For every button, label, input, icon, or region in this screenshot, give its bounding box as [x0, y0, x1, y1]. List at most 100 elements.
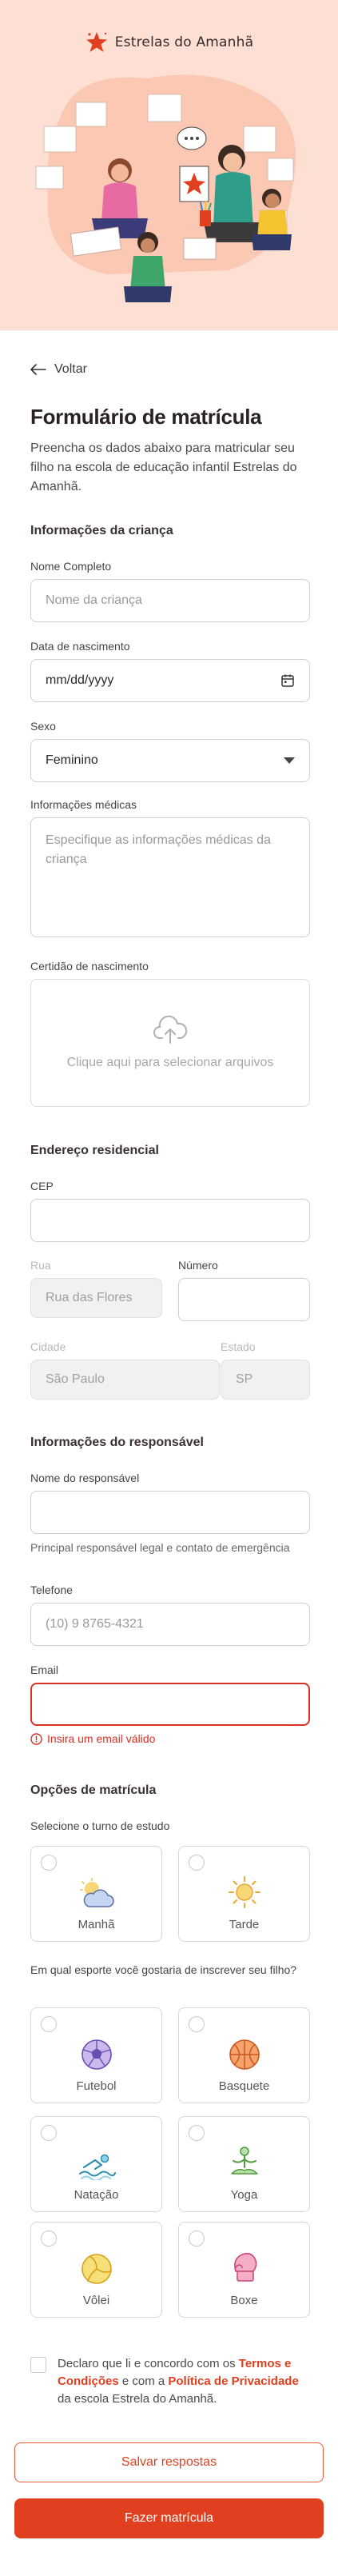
sport-radio-volleyball[interactable] — [41, 2231, 57, 2247]
guardian-name-label: Nome do responsável — [30, 1472, 140, 1484]
child-name-input[interactable]: Nome da criança — [30, 579, 310, 622]
sport-card-boxing[interactable]: Boxe — [178, 2222, 310, 2318]
section-title-child: Informações da criança — [30, 524, 173, 537]
section-title-guardian: Informações do responsável — [30, 1436, 204, 1449]
sport-row-1: Futebol Basquete — [30, 2007, 310, 2103]
sport-label-swimming: Natação — [74, 2188, 119, 2202]
page-title: Formulário de matrícula — [30, 405, 262, 429]
agreement-middle: e com a — [118, 2374, 169, 2388]
section-title-options: Opções de matrícula — [30, 1783, 157, 1797]
section-title-address: Endereço residencial — [30, 1144, 159, 1157]
cep-label: CEP — [30, 1180, 54, 1192]
shift-label-morning: Manhã — [78, 1918, 115, 1931]
sex-select[interactable]: Feminino — [30, 739, 310, 782]
volleyball-icon — [81, 2254, 112, 2284]
number-group: Número — [178, 1259, 310, 1321]
email-input[interactable] — [30, 1683, 310, 1726]
shift-card-afternoon[interactable]: Tarde — [178, 1846, 310, 1942]
sport-card-basketball[interactable]: Basquete — [178, 2007, 310, 2103]
soccer-ball-icon — [81, 2039, 112, 2070]
child-name-label: Nome Completo — [30, 560, 112, 573]
cep-group: CEP — [30, 1180, 310, 1242]
street-value: Rua das Flores — [46, 1291, 133, 1304]
medical-group: Informações médicas Especifique as infor… — [30, 798, 310, 937]
back-link[interactable]: Voltar — [30, 360, 310, 379]
brand-name: Estrelas do Amanhã — [114, 34, 254, 50]
enrollment-page: Estrelas do Amanhã Voltar Formulário de … — [0, 0, 338, 2576]
yoga-icon — [230, 2147, 258, 2175]
certificate-label: Certidão de nascimento — [30, 960, 149, 972]
street-group: Rua Rua das Flores — [30, 1259, 162, 1321]
sport-radio-boxing[interactable] — [189, 2231, 205, 2247]
certificate-group: Certidão de nascimento Clique aqui para … — [30, 960, 310, 1107]
sport-label-volleyball: Vôlei — [82, 2294, 110, 2307]
sport-card-swimming[interactable]: Natação — [30, 2116, 162, 2212]
agreement-prefix: Declaro que li e concordo com os — [58, 2357, 239, 2370]
medical-textarea[interactable]: Especifique as informações médicas da cr… — [30, 817, 310, 937]
certificate-upload-area[interactable]: Clique aqui para selecionar arquivos — [30, 979, 310, 1107]
sex-group: Sexo Feminino — [30, 720, 310, 782]
star-logo-icon — [85, 32, 107, 52]
cloud-upload-icon — [153, 1016, 188, 1044]
phone-placeholder: (10) 9 8765-4321 — [46, 1617, 144, 1631]
phone-label: Telefone — [30, 1584, 73, 1596]
chevron-down-icon — [284, 757, 295, 764]
shift-radio-morning[interactable] — [41, 1855, 57, 1871]
birth-date-value: mm/dd/yyyy — [46, 673, 114, 687]
medical-label: Informações médicas — [30, 798, 137, 811]
sun-icon — [228, 1876, 260, 1908]
sport-row-3: Vôlei Boxe — [30, 2222, 310, 2318]
sport-card-volleyball[interactable]: Vôlei — [30, 2222, 162, 2318]
sport-label-boxing: Boxe — [230, 2294, 258, 2307]
sport-label-yoga: Yoga — [230, 2188, 258, 2202]
cloud-sun-icon — [79, 1878, 114, 1907]
phone-group: Telefone (10) 9 8765-4321 — [30, 1584, 310, 1646]
boxing-glove-icon — [233, 2252, 256, 2282]
sport-label-basketball: Basquete — [218, 2079, 270, 2093]
sport-radio-swimming[interactable] — [41, 2125, 57, 2141]
email-error-text: Insira um email válido — [47, 1732, 156, 1745]
sport-card-soccer[interactable]: Futebol — [30, 2007, 162, 2103]
guardian-name-input[interactable] — [30, 1491, 310, 1534]
agreement-checkbox[interactable] — [30, 2357, 46, 2373]
alert-circle-icon — [30, 1732, 42, 1745]
basketball-icon — [229, 2039, 260, 2070]
medical-placeholder: Especifique as informações médicas da cr… — [46, 833, 271, 866]
phone-input[interactable]: (10) 9 8765-4321 — [30, 1603, 310, 1646]
sport-radio-yoga[interactable] — [189, 2125, 205, 2141]
guardian-name-helper: Principal responsável legal e contato de… — [30, 1541, 290, 1554]
shift-card-morning[interactable]: Manhã — [30, 1846, 162, 1942]
sport-radio-basketball[interactable] — [189, 2016, 205, 2032]
street-input: Rua das Flores — [30, 1278, 162, 1318]
street-label: Rua — [30, 1259, 51, 1272]
sport-radio-soccer[interactable] — [41, 2016, 57, 2032]
sport-label-soccer: Futebol — [76, 2079, 117, 2093]
hero-header: Estrelas do Amanhã — [0, 0, 338, 330]
cep-input[interactable] — [30, 1199, 310, 1242]
agreement: Declaro que li e concordo com os Termos … — [30, 2355, 310, 2408]
state-label: Estado — [221, 1340, 256, 1353]
number-input[interactable] — [178, 1278, 310, 1321]
privacy-link[interactable]: Política de Privacidade — [168, 2374, 298, 2388]
sport-card-yoga[interactable]: Yoga — [178, 2116, 310, 2212]
agreement-text: Declaro que li e concordo com os Termos … — [58, 2355, 310, 2408]
back-label: Voltar — [54, 362, 87, 376]
email-label: Email — [30, 1663, 59, 1676]
sex-label: Sexo — [30, 720, 56, 733]
calendar-icon[interactable] — [280, 673, 295, 688]
shift-options: Manhã Tarde — [30, 1846, 310, 1942]
child-name-placeholder: Nome da criança — [46, 593, 142, 607]
city-input: São Paulo — [30, 1360, 220, 1400]
shift-question: Selecione o turno de estudo — [30, 1819, 170, 1832]
sport-row-2: Natação Yoga — [30, 2116, 310, 2212]
email-group: Email Insira um email válido — [30, 1663, 310, 1745]
sport-question: Em qual esporte você gostaria de inscrev… — [30, 1963, 297, 1976]
birth-date-input[interactable]: mm/dd/yyyy — [30, 659, 310, 702]
shift-radio-afternoon[interactable] — [189, 1855, 205, 1871]
city-group: Cidade São Paulo — [30, 1340, 220, 1400]
submit-button[interactable]: Fazer matrícula — [14, 2498, 324, 2538]
agreement-suffix: da escola Estrela do Amanhã. — [58, 2392, 217, 2406]
state-group: Estado SP — [221, 1340, 310, 1400]
save-button[interactable]: Salvar respostas — [14, 2442, 324, 2482]
birth-date-group: Data de nascimento mm/dd/yyyy — [30, 640, 310, 702]
